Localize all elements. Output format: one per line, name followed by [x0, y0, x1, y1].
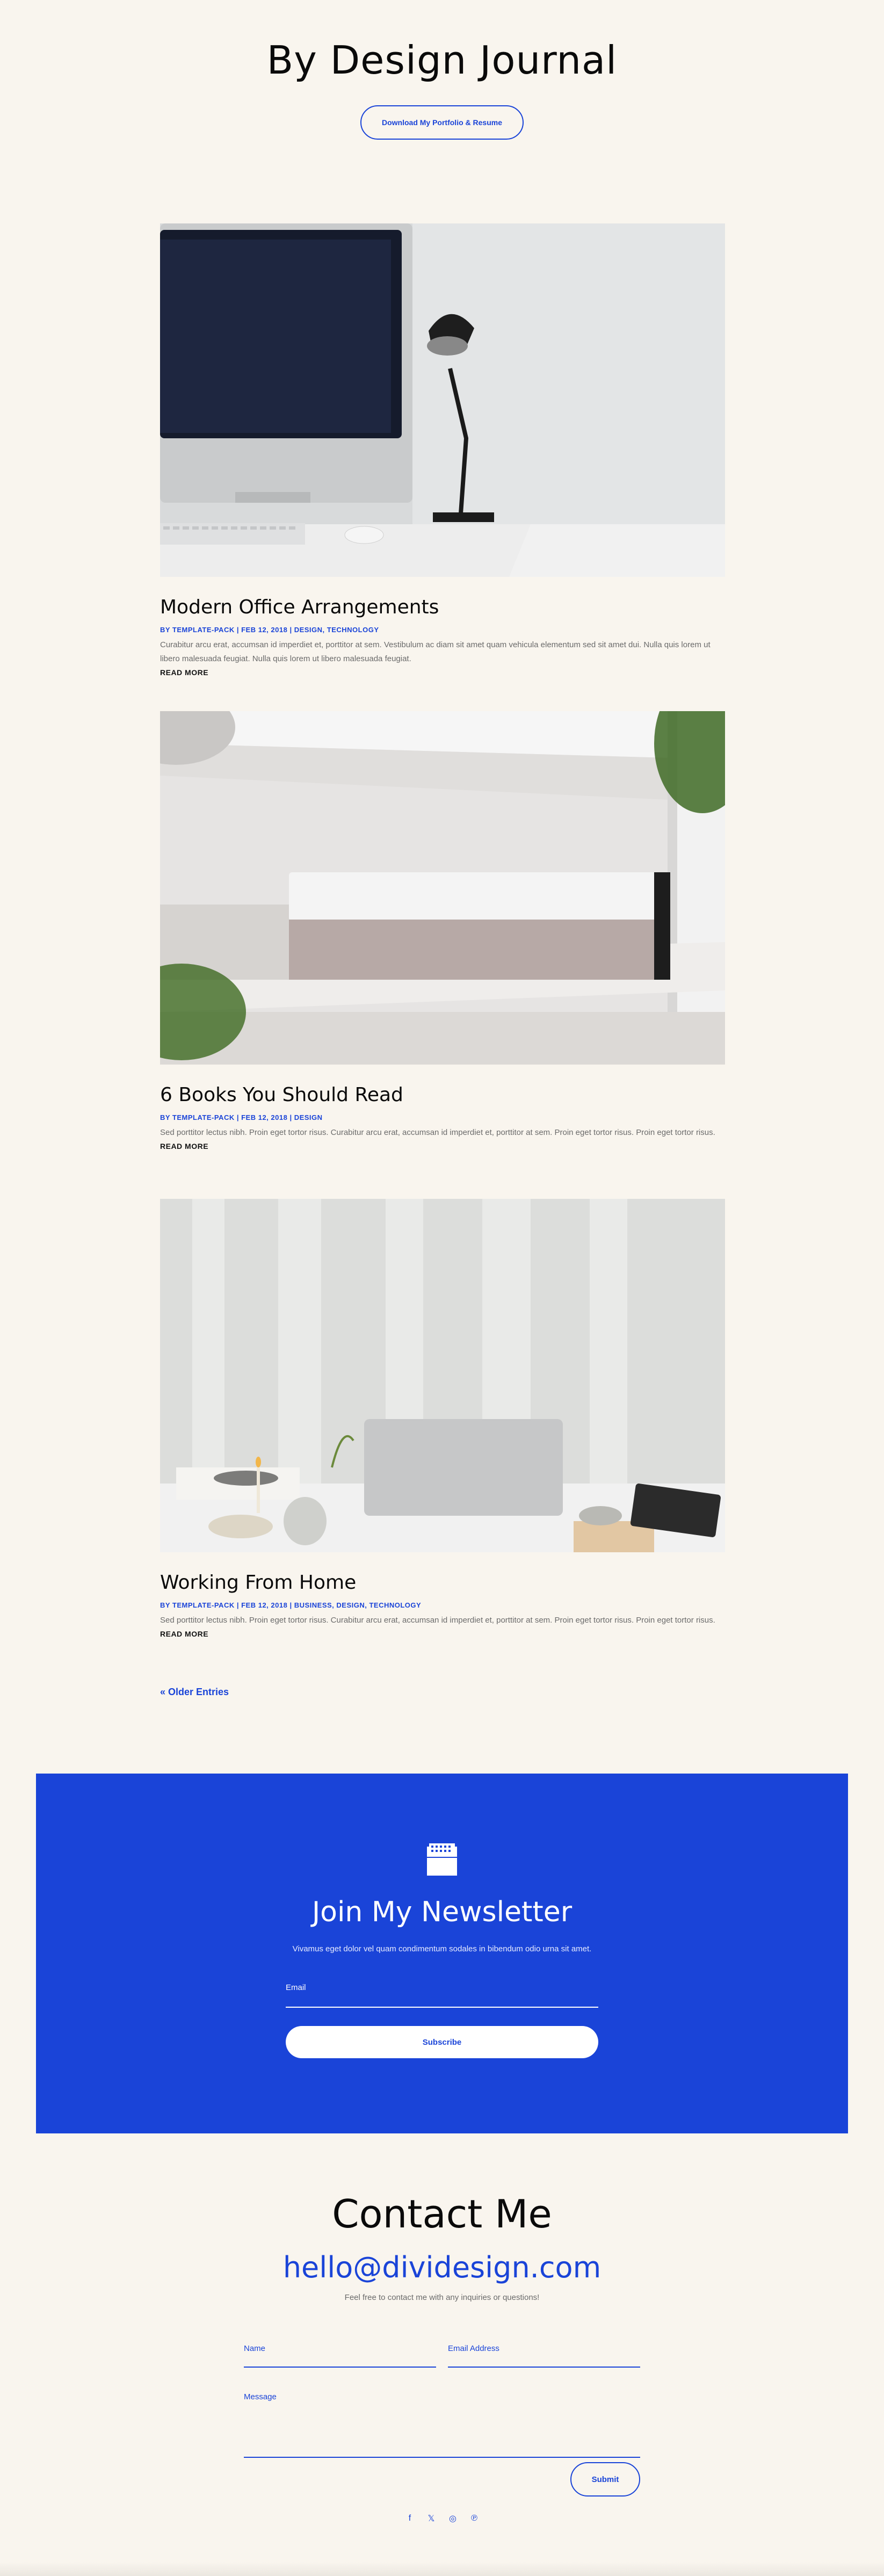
contact-section: Contact Me hello@dividesign.com Feel fre… [0, 2191, 884, 2302]
newsletter-section: Join My Newsletter Vivamus eget dolor ve… [36, 1774, 848, 2133]
newsletter-subtitle: Vivamus eget dolor vel quam condimentum … [292, 1944, 592, 1953]
name-label: Name [244, 2344, 266, 2353]
post-date: FEB 12, 2018 [241, 1113, 288, 1121]
read-more-link[interactable]: READ MORE [160, 1142, 725, 1150]
post-image[interactable] [160, 223, 725, 577]
older-entries-link[interactable]: « Older Entries [160, 1687, 229, 1698]
pinterest-icon[interactable]: ℗ [469, 2514, 479, 2523]
read-more-link[interactable]: READ MORE [160, 668, 725, 677]
post-meta: BY TEMPLATE-PACK | FEB 12, 2018 | DESIGN [160, 1113, 323, 1121]
post-excerpt: Sed porttitor lectus nibh. Proin eget to… [160, 1128, 715, 1137]
envelope-icon [427, 1843, 457, 1876]
post-author[interactable]: BY TEMPLATE-PACK [160, 1113, 235, 1121]
contact-note: Feel free to contact me with any inquiri… [344, 2293, 540, 2302]
download-portfolio-button[interactable]: Download My Portfolio & Resume [360, 105, 524, 140]
post-author[interactable]: BY TEMPLATE-PACK [160, 1601, 235, 1609]
post-title[interactable]: Modern Office Arrangements [160, 596, 725, 618]
post-categories[interactable]: DESIGN [294, 1113, 323, 1121]
facebook-icon[interactable]: f [405, 2514, 415, 2523]
email-address-label: Email Address [448, 2344, 499, 2353]
submit-button[interactable]: Submit [570, 2462, 640, 2497]
page-header: By Design Journal Download My Portfolio … [0, 0, 884, 161]
post-categories[interactable]: DESIGN, TECHNOLOGY [294, 626, 379, 634]
instagram-icon[interactable]: ◎ [448, 2514, 458, 2523]
footer-edge [0, 2562, 884, 2576]
subscribe-button[interactable]: Subscribe [286, 2026, 598, 2058]
post-excerpt: Sed porttitor lectus nibh. Proin eget to… [160, 1616, 715, 1625]
email-address-field[interactable]: Email Address [448, 2344, 640, 2368]
post-image[interactable] [160, 711, 725, 1065]
post-image[interactable] [160, 1199, 725, 1552]
read-more-link[interactable]: READ MORE [160, 1630, 725, 1638]
post-date: FEB 12, 2018 [241, 1601, 288, 1609]
page-title: By Design Journal [266, 38, 618, 83]
post-author[interactable]: BY TEMPLATE-PACK [160, 626, 235, 634]
blog-post: Modern Office Arrangements BY TEMPLATE-P… [160, 223, 725, 677]
blog-post: 6 Books You Should Read BY TEMPLATE-PACK… [160, 711, 725, 1150]
contact-email-link[interactable]: hello@dividesign.com [0, 2251, 884, 2284]
post-excerpt: Curabitur arcu erat, accumsan id imperdi… [160, 640, 711, 663]
post-title[interactable]: 6 Books You Should Read [160, 1084, 725, 1106]
contact-title: Contact Me [332, 2191, 552, 2237]
blog-post: Working From Home BY TEMPLATE-PACK | FEB… [160, 1199, 725, 1638]
name-field[interactable]: Name [244, 2344, 436, 2368]
post-date: FEB 12, 2018 [241, 626, 288, 634]
newsletter-title: Join My Newsletter [311, 1896, 573, 1928]
newsletter-email-field[interactable]: Email [286, 1983, 598, 2008]
post-meta: BY TEMPLATE-PACK | FEB 12, 2018 | BUSINE… [160, 1601, 422, 1609]
email-label: Email [286, 1983, 306, 1992]
post-categories[interactable]: BUSINESS, DESIGN, TECHNOLOGY [294, 1601, 421, 1609]
x-icon[interactable]: 𝕏 [426, 2514, 436, 2523]
post-title[interactable]: Working From Home [160, 1572, 725, 1594]
social-links: f 𝕏 ◎ ℗ [0, 2514, 884, 2523]
message-label: Message [244, 2392, 277, 2401]
post-meta: BY TEMPLATE-PACK | FEB 12, 2018 | DESIGN… [160, 626, 379, 634]
message-field[interactable]: Message [244, 2392, 640, 2458]
